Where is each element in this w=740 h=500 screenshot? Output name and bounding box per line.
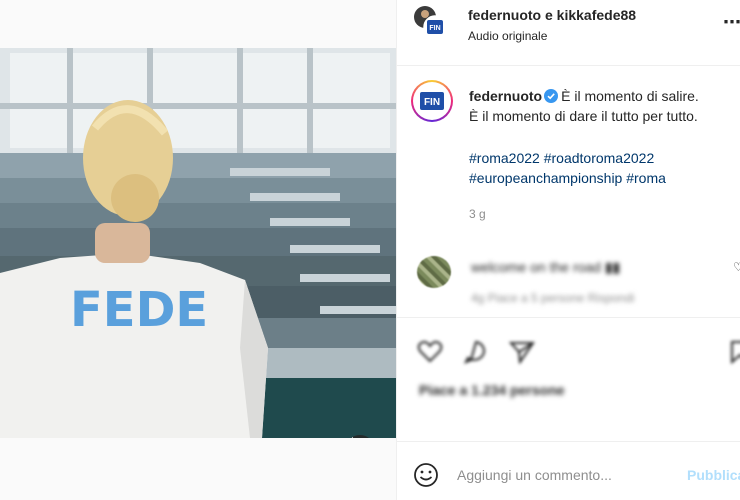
audio-label[interactable]: Audio originale: [468, 29, 547, 43]
collab-avatars[interactable]: FIN: [413, 5, 447, 39]
caption-line1: È il momento di salire.: [561, 88, 699, 104]
hashtag-link[interactable]: #roadtoroma2022: [544, 150, 655, 166]
video-frame: FEDE: [0, 48, 396, 438]
post-header: FIN federnuoto e kikkafede88 Audio origi…: [397, 0, 740, 66]
fin-logo-label: FIN: [424, 97, 440, 108]
fin-logo-text: FIN: [429, 25, 440, 32]
bookmark-icon[interactable]: [727, 340, 740, 364]
comment-text: welcome on the road ▮▮: [471, 259, 621, 275]
comment-icon[interactable]: [463, 340, 489, 364]
caption-section: FIN federnuoto È il momento di salire. È …: [397, 66, 740, 240]
speaker-icon: [351, 437, 353, 438]
share-icon[interactable]: [509, 340, 535, 364]
post-video[interactable]: FEDE: [0, 48, 396, 438]
comment-like-icon[interactable]: ♡: [733, 260, 740, 274]
publish-button[interactable]: Pubblica: [687, 467, 740, 483]
comment-input[interactable]: [457, 461, 677, 489]
shirt-text: FEDE: [70, 282, 208, 338]
post-side-panel: FIN federnuoto e kikkafede88 Audio origi…: [396, 0, 740, 500]
caption-line2: È il momento di dare il tutto per tutto.: [469, 108, 698, 124]
heart-icon[interactable]: [417, 340, 443, 364]
hashtag-link[interactable]: #europeanchampionship: [469, 170, 622, 186]
verified-icon: [544, 89, 559, 103]
post-age[interactable]: 3 g: [469, 207, 486, 221]
likes-count[interactable]: Piace a 1.234 persone: [419, 382, 565, 398]
hashtag-link[interactable]: #roma: [626, 170, 666, 186]
hashtags: #roma2022 #roadtoroma2022 #europeanchamp…: [469, 148, 737, 188]
comment-meta: 4g Piace a 5 persone Rispondi: [471, 291, 635, 305]
caption-text: federnuoto È il momento di salire. È il m…: [469, 86, 737, 126]
emoji-icon[interactable]: [413, 462, 439, 488]
media-panel: FEDE: [0, 0, 396, 500]
author-avatar[interactable]: FIN: [411, 80, 453, 122]
comment-avatar[interactable]: [417, 256, 451, 288]
caption-username[interactable]: federnuoto: [469, 88, 542, 104]
hashtag-link[interactable]: #roma2022: [469, 150, 540, 166]
post-actions: Piace a 1.234 persone: [397, 318, 740, 442]
comment-item: welcome on the road ▮▮ 4g Piace a 5 pers…: [397, 246, 740, 318]
more-options-icon[interactable]: ⋯: [723, 12, 740, 33]
post-author-title[interactable]: federnuoto e kikkafede88: [468, 7, 636, 23]
fin-logo: FIN: [420, 92, 444, 110]
add-comment-bar: Pubblica: [397, 443, 740, 500]
